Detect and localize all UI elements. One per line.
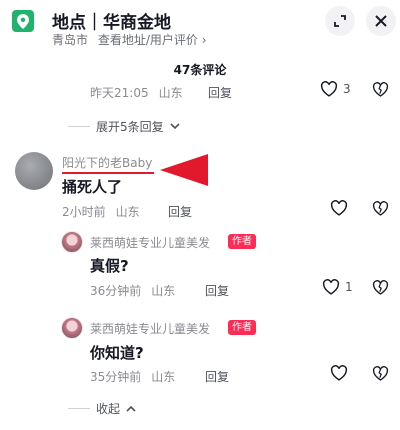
reply-button[interactable]: 回复 [205,282,229,299]
reply-text: 真假? [90,257,129,275]
broken-heart-icon [372,366,389,381]
like-count: 3 [343,82,351,96]
reply-author[interactable]: 莱西萌娃专业儿童美发 [90,320,210,337]
address-reviews-link[interactable]: 查看地址/用户评价 › [98,33,207,47]
dislike-button[interactable] [372,201,389,220]
broken-heart-icon [372,201,389,216]
avatar[interactable] [61,231,83,253]
avatar[interactable] [61,317,83,339]
dislike-button[interactable] [372,280,389,299]
comment-text: 捅死人了 [62,178,123,196]
reply-meta: 35分钟前 山东 [90,370,176,384]
place-subtitle[interactable]: 青岛市 查看地址/用户评价 › [52,31,207,48]
divider [68,126,90,127]
broken-heart-icon [372,280,389,295]
divider [68,408,90,409]
comment-author[interactable]: 阳光下的老Baby [62,154,152,171]
annotation-arrow-icon [160,154,208,186]
like-button[interactable]: 3 [320,81,351,97]
author-badge: 作者 [228,320,256,335]
comment-meta: 昨天21:05 山东 [90,86,183,100]
reply-author[interactable]: 莱西萌娃专业儿童美发 [90,234,210,251]
like-button[interactable]: 1 [322,279,353,295]
avatar[interactable] [15,152,53,190]
collapse-button[interactable]: 收起 [68,400,136,417]
like-button[interactable] [330,200,348,216]
dislike-button[interactable] [372,366,389,385]
collapse-label: 收起 [96,402,121,416]
chevron-up-icon [126,405,136,412]
place-title: 地点｜华商金地 [52,13,171,33]
reply-button[interactable]: 回复 [168,203,192,220]
close-icon [375,15,387,27]
reply-text: 你知道? [90,344,144,362]
annotation-underline [62,172,154,174]
expand-icon [334,15,346,27]
chevron-down-icon [170,123,180,130]
comment-meta: 2小时前 山东 [62,205,140,219]
reply-button[interactable]: 回复 [208,84,232,101]
city-label: 青岛市 [52,33,89,47]
author-badge: 作者 [228,234,256,249]
expand-button[interactable] [325,6,355,36]
close-button[interactable] [366,6,396,36]
header: 地点｜华商金地 青岛市 查看地址/用户评价 › [0,0,400,50]
reply-meta: 36分钟前 山东 [90,284,176,298]
reply-button[interactable]: 回复 [205,368,229,385]
dislike-button[interactable] [372,82,389,101]
heart-icon [330,200,348,216]
broken-heart-icon [372,82,389,97]
like-count: 1 [345,280,353,294]
like-button[interactable] [330,365,348,381]
heart-icon [320,81,338,97]
location-pin-icon [12,10,34,32]
comments-count: 47条评论 [173,63,227,77]
heart-icon [330,365,348,381]
expand-replies-label: 展开5条回复 [96,120,164,134]
heart-icon [322,279,340,295]
expand-replies-button[interactable]: 展开5条回复 [68,118,180,135]
